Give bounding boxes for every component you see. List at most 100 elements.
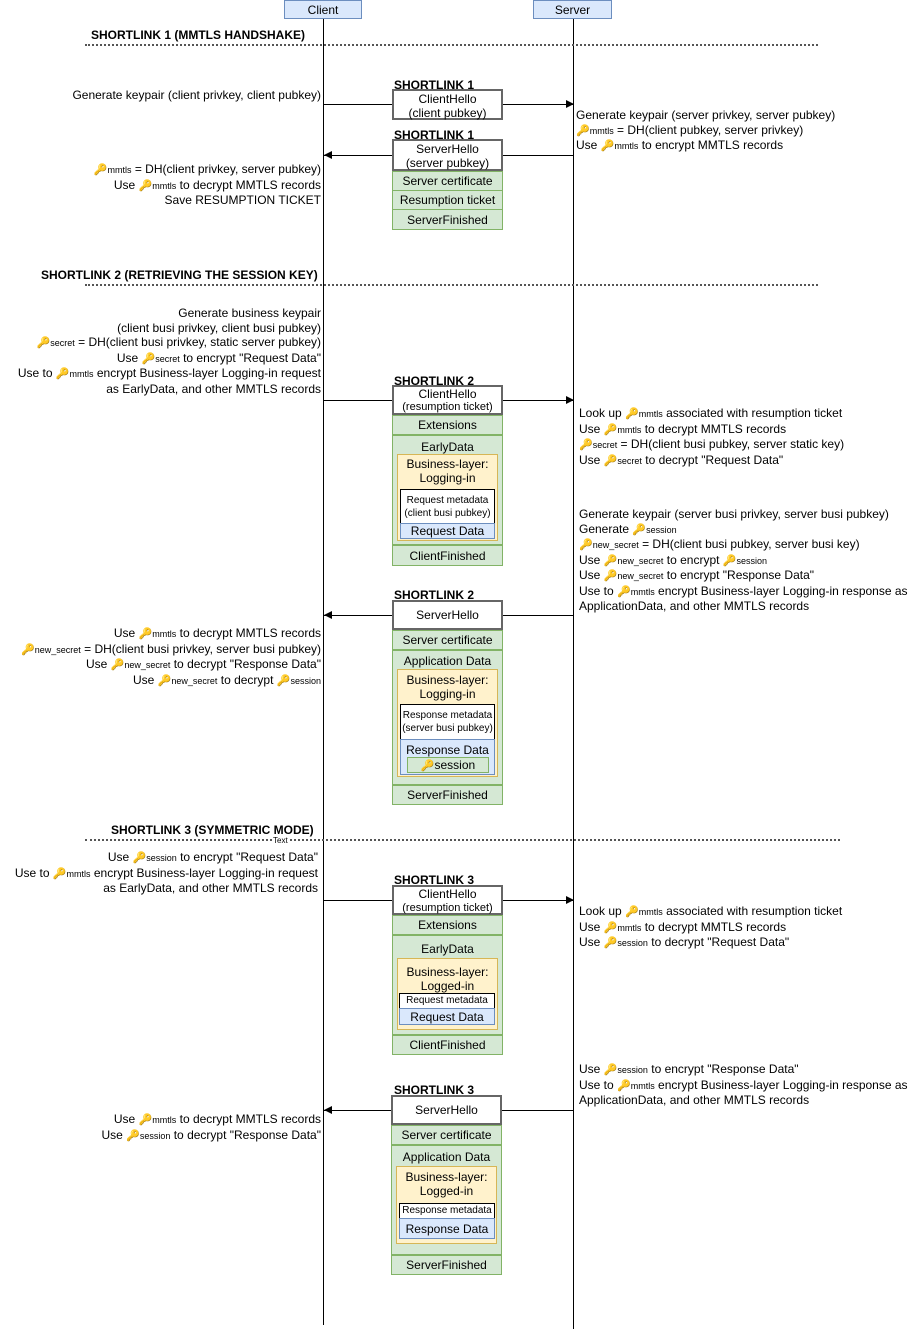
- key-icon: 🔑: [141, 352, 156, 365]
- key-name: new_secret: [617, 571, 664, 581]
- note-line: Use to 🔑mmtls encrypt Business-layer Log…: [15, 866, 318, 882]
- message-title: ClientHello: [418, 92, 477, 106]
- note-line: Use 🔑mmtls to decrypt MMTLS records: [579, 920, 842, 936]
- arrowhead-right-icon: [566, 396, 574, 404]
- arrowhead-right-icon: [566, 100, 574, 108]
- note-text: Use: [576, 138, 601, 152]
- note-text: to decrypt: [217, 672, 277, 687]
- note-text: Use to: [579, 1077, 618, 1092]
- note-line: Look up 🔑mmtls associated with resumptio…: [579, 904, 842, 920]
- client-hello-message: ClientHello (resumption ticket): [392, 385, 503, 415]
- key-name: mmtls: [69, 369, 94, 379]
- note-text: = DH(client privkey, server pubkey): [131, 162, 321, 176]
- note-text: = DH(client busi privkey, static server …: [74, 335, 321, 349]
- key-icon: 🔑: [138, 628, 153, 640]
- note-line: Use 🔑session to encrypt "Response Data": [579, 1062, 908, 1078]
- note-text: to decrypt "Request Data": [647, 935, 790, 949]
- key-name: mmtls: [617, 922, 642, 933]
- client-notes: Use 🔑mmtls to decrypt MMTLS records Use …: [101, 1112, 321, 1143]
- key-name: mmtls: [107, 165, 132, 175]
- response-data-box: Response Data: [399, 1218, 495, 1239]
- key-icon: 🔑: [617, 1079, 631, 1092]
- note-text: Look up: [579, 406, 626, 420]
- record-server-finished: ServerFinished: [392, 209, 503, 230]
- note-line: ApplicationData, and other MMTLS records: [579, 599, 810, 613]
- note-text: to encrypt "Request Data": [179, 350, 321, 365]
- note-text: Use: [116, 350, 142, 365]
- server-notes: Generate keypair (server busi privkey, s…: [579, 507, 908, 614]
- key-icon: 🔑: [579, 539, 593, 551]
- message-subtitle: (client pubkey): [408, 106, 487, 120]
- key-name: secret: [50, 338, 75, 348]
- key-name: new_secret: [124, 660, 171, 670]
- metadata-label: Request metadata: [406, 495, 489, 506]
- record-client-finished: ClientFinished: [392, 1035, 503, 1055]
- key-icon: 🔑: [603, 937, 618, 949]
- message-title: ClientHello: [418, 387, 477, 401]
- key-icon: 🔑: [617, 585, 631, 598]
- note-line: Use 🔑mmtls to decrypt MMTLS records: [21, 626, 321, 642]
- record-label: Application Data: [402, 1150, 491, 1164]
- key-name: session: [646, 524, 677, 535]
- note-line: Use 🔑new_secret to decrypt 🔑session: [21, 673, 321, 689]
- key-icon: 🔑: [157, 674, 172, 687]
- note-line: 🔑new_secret = DH(client busi pubkey, ser…: [579, 537, 908, 553]
- session-key-box: 🔑session: [407, 757, 489, 773]
- section-separator-3: [85, 839, 840, 841]
- note-text: to decrypt MMTLS records: [641, 421, 787, 436]
- business-layer-state: Logging-in: [419, 471, 476, 485]
- note-text: encrypt Business-layer Logging-in respon…: [654, 1077, 908, 1092]
- record-server-certificate: Server certificate: [392, 171, 503, 191]
- key-icon: 🔑: [603, 554, 618, 567]
- client-lifeline: [323, 19, 324, 1325]
- key-icon: 🔑: [603, 570, 618, 582]
- key-icon: 🔑: [603, 1064, 618, 1076]
- key-name: mmtls: [638, 409, 663, 419]
- request-data-box: Request Data: [399, 1008, 495, 1025]
- business-layer-label: Business-layer:: [406, 965, 489, 979]
- key-name: mmtls: [152, 180, 177, 191]
- note-text: to decrypt "Request Data": [641, 452, 784, 467]
- key-name: new_secret: [171, 675, 218, 686]
- note-line: as EarlyData, and other MMTLS records: [106, 381, 321, 396]
- note-text: to decrypt "Response Data": [170, 1127, 321, 1142]
- business-layer-state: Logging-in: [419, 687, 476, 701]
- note-line: 🔑new_secret = DH(client busi privkey, se…: [21, 642, 321, 658]
- key-icon: 🔑: [138, 1114, 153, 1126]
- note-text: Use: [579, 452, 604, 467]
- note-text: to encrypt "Request Data": [176, 850, 318, 864]
- note-text: Generate: [579, 521, 633, 536]
- key-name: session: [617, 1065, 648, 1075]
- server-hello-message: ServerHello (server pubkey): [392, 139, 503, 171]
- key-icon: 🔑: [132, 852, 147, 864]
- record-server-certificate: Server certificate: [392, 630, 503, 650]
- metadata-label: Response metadata: [402, 710, 493, 721]
- note-text: Use: [579, 935, 604, 949]
- key-icon: 🔑: [576, 124, 590, 137]
- note-line: Use 🔑secret to decrypt "Request Data": [579, 453, 844, 469]
- note-line: Use 🔑session to decrypt "Request Data": [579, 935, 842, 951]
- client-notes: Generate business keypair (client busi p…: [18, 306, 321, 396]
- note-text: Use to: [579, 583, 618, 598]
- key-name: mmtls: [630, 1080, 655, 1091]
- record-server-finished: ServerFinished: [391, 1255, 502, 1275]
- note-text: Use: [579, 552, 604, 567]
- note-line: Use to 🔑mmtls encrypt Business-layer Log…: [18, 366, 321, 382]
- key-name: mmtls: [589, 125, 614, 136]
- note-line: Generate keypair (server busi privkey, s…: [579, 507, 889, 521]
- server-notes: Generate keypair (server privkey, server…: [576, 108, 835, 154]
- section-title-2: SHORTLINK 2 (RETRIEVING THE SESSION KEY): [41, 268, 318, 282]
- note-line: (client busi privkey, client busi pubkey…: [117, 320, 321, 335]
- key-name: session: [146, 853, 177, 863]
- record-label: EarlyData: [421, 942, 474, 956]
- note-text: Use: [113, 626, 139, 640]
- metadata-detail: (server busi pubkey): [402, 723, 493, 734]
- key-name: session: [290, 675, 321, 686]
- response-metadata-box: Response metadata: [399, 1203, 495, 1219]
- key-name: new_secret: [617, 555, 664, 566]
- note-text: Use: [132, 672, 158, 687]
- note-text: to decrypt MMTLS records: [176, 1112, 321, 1126]
- request-data-box: Request Data: [400, 523, 495, 539]
- message-title: ServerHello: [416, 142, 479, 156]
- message-title: ClientHello: [418, 887, 477, 901]
